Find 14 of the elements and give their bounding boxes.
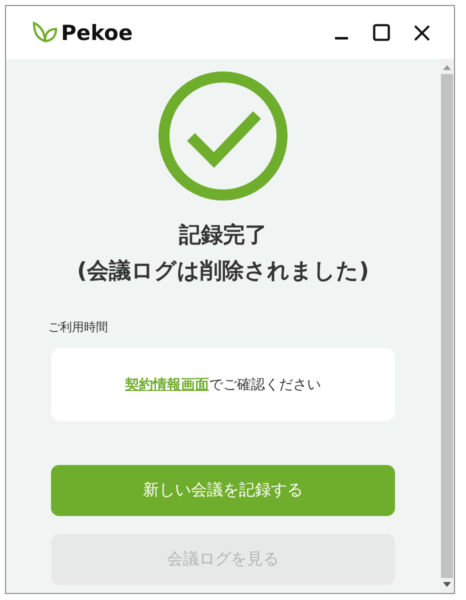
scroll-down-icon[interactable] [443, 582, 451, 587]
contract-info-link[interactable]: 契約情報画面 [125, 376, 209, 392]
scrollbar[interactable] [440, 59, 454, 593]
leaf-logo-icon [32, 20, 58, 44]
checkmark-circle-icon [158, 71, 288, 201]
app-title: Pekoe [61, 20, 133, 44]
record-button[interactable]: 新しい会議を記録する [51, 465, 395, 516]
heading: 記録完了 [179, 222, 267, 250]
maximize-icon[interactable] [373, 24, 390, 41]
usage-message: 契約情報画面でご確認ください [125, 376, 321, 394]
subheading: (会議ログは削除されました) [76, 258, 370, 286]
scrollbar-thumb[interactable] [441, 74, 453, 578]
close-icon[interactable] [414, 24, 430, 40]
usage-label: ご利用時間 [48, 319, 108, 336]
